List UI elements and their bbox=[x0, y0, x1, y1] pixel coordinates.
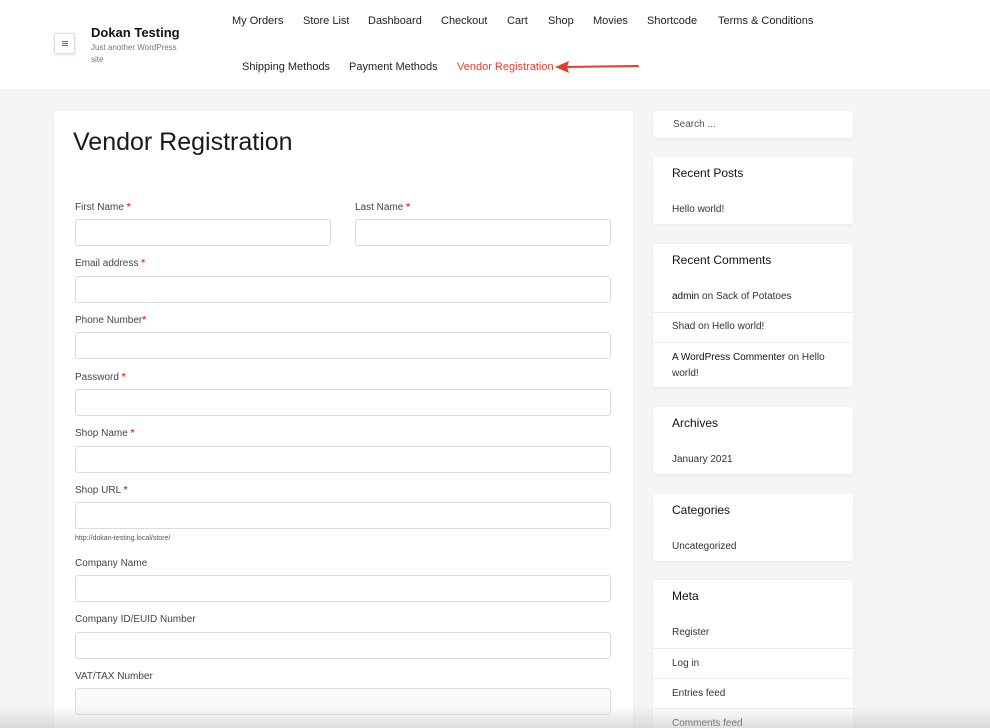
nav-item-shop[interactable]: Shop bbox=[548, 15, 574, 27]
shop-url-label: Shop URL * bbox=[75, 485, 127, 496]
nav-item-movies[interactable]: Movies bbox=[593, 15, 628, 27]
company-name-input[interactable] bbox=[75, 575, 611, 602]
recent-posts-widget: Recent Posts Hello world! bbox=[653, 157, 853, 224]
site-title[interactable]: Dokan Testing bbox=[91, 25, 180, 40]
shop-name-label: Shop Name * bbox=[75, 428, 135, 439]
comment-item: admin on Sack of Potatoes bbox=[653, 289, 853, 305]
sidebar-search-input[interactable]: Search ... bbox=[653, 111, 853, 138]
comment-post-link[interactable]: Sack of Potatoes bbox=[716, 291, 792, 302]
divider bbox=[653, 312, 853, 313]
divider bbox=[653, 342, 853, 343]
meta-item: Log in bbox=[653, 656, 853, 672]
email-label: Email address * bbox=[75, 258, 145, 269]
recent-post-link[interactable]: Hello world! bbox=[672, 204, 724, 215]
page-title: Vendor Registration bbox=[73, 128, 293, 157]
company-id-label: Company ID/EUID Number bbox=[75, 614, 196, 625]
registration-card: Vendor Registration First Name * Last Na… bbox=[54, 111, 633, 728]
recent-posts-title: Recent Posts bbox=[672, 166, 743, 180]
password-input[interactable] bbox=[75, 389, 611, 416]
login-link[interactable]: Log in bbox=[672, 658, 699, 669]
company-id-input[interactable] bbox=[75, 632, 611, 659]
vat-input[interactable] bbox=[75, 688, 611, 715]
email-input[interactable] bbox=[75, 276, 611, 303]
category-item: Uncategorized bbox=[653, 539, 853, 555]
hamburger-icon bbox=[62, 41, 68, 46]
register-link[interactable]: Register bbox=[672, 627, 709, 638]
phone-input[interactable] bbox=[75, 332, 611, 359]
archives-title: Archives bbox=[672, 416, 718, 430]
site-description: Just another WordPress site bbox=[91, 42, 191, 66]
shop-name-input[interactable] bbox=[75, 446, 611, 473]
meta-item: Entries feed bbox=[653, 686, 853, 702]
comment-author-link[interactable]: admin bbox=[672, 291, 699, 302]
meta-item: Comments feed bbox=[653, 716, 853, 728]
nav-item-store-list[interactable]: Store List bbox=[303, 15, 349, 27]
password-label: Password * bbox=[75, 372, 126, 383]
shop-url-input[interactable] bbox=[75, 502, 611, 529]
first-name-input[interactable] bbox=[75, 219, 331, 246]
nav-item-shortcode[interactable]: Shortcode bbox=[647, 15, 697, 27]
divider bbox=[653, 708, 853, 709]
meta-title: Meta bbox=[672, 589, 699, 603]
archive-item: January 2021 bbox=[653, 452, 853, 468]
categories-widget: Categories Uncategorized bbox=[653, 494, 853, 561]
comment-post-link[interactable]: Hello world! bbox=[712, 321, 764, 332]
annotation-arrow bbox=[555, 60, 641, 74]
recent-comments-widget: Recent Comments admin on Sack of Potatoe… bbox=[653, 244, 853, 387]
recent-post-item: Hello world! bbox=[653, 202, 853, 218]
first-name-label: First Name * bbox=[75, 202, 131, 213]
last-name-input[interactable] bbox=[355, 219, 611, 246]
entries-feed-link[interactable]: Entries feed bbox=[672, 688, 725, 699]
phone-label: Phone Number* bbox=[75, 315, 146, 326]
categories-title: Categories bbox=[672, 503, 730, 517]
meta-widget: Meta Register Log in Entries feed Commen… bbox=[653, 580, 853, 728]
divider bbox=[653, 648, 853, 649]
company-name-label: Company Name bbox=[75, 558, 147, 569]
category-link[interactable]: Uncategorized bbox=[672, 541, 736, 552]
nav-item-vendor-registration[interactable]: Vendor Registration bbox=[457, 61, 554, 73]
last-name-label: Last Name * bbox=[355, 202, 410, 213]
nav-item-payment-methods[interactable]: Payment Methods bbox=[349, 61, 438, 73]
divider bbox=[653, 678, 853, 679]
shop-url-hint: http://dokan-testing.local/store/ bbox=[75, 535, 170, 542]
nav-item-shipping-methods[interactable]: Shipping Methods bbox=[242, 61, 330, 73]
nav-item-terms-conditions[interactable]: Terms & Conditions bbox=[718, 15, 813, 27]
comment-item: A WordPress Commenter on Hello world! bbox=[653, 350, 853, 382]
recent-comments-title: Recent Comments bbox=[672, 253, 771, 267]
vat-label: VAT/TAX Number bbox=[75, 671, 153, 682]
comment-item: Shad on Hello world! bbox=[653, 319, 853, 335]
archives-widget: Archives January 2021 bbox=[653, 407, 853, 474]
archive-link[interactable]: January 2021 bbox=[672, 454, 733, 465]
comments-feed-link[interactable]: Comments feed bbox=[672, 718, 743, 728]
nav-item-dashboard[interactable]: Dashboard bbox=[368, 15, 422, 27]
nav-item-my-orders[interactable]: My Orders bbox=[232, 15, 283, 27]
comment-author-link[interactable]: A WordPress Commenter bbox=[672, 352, 785, 363]
nav-item-checkout[interactable]: Checkout bbox=[441, 15, 487, 27]
menu-toggle-button[interactable] bbox=[54, 33, 75, 54]
nav-item-cart[interactable]: Cart bbox=[507, 15, 528, 27]
meta-item: Register bbox=[653, 625, 853, 641]
site-header: Dokan Testing Just another WordPress sit… bbox=[0, 0, 990, 91]
